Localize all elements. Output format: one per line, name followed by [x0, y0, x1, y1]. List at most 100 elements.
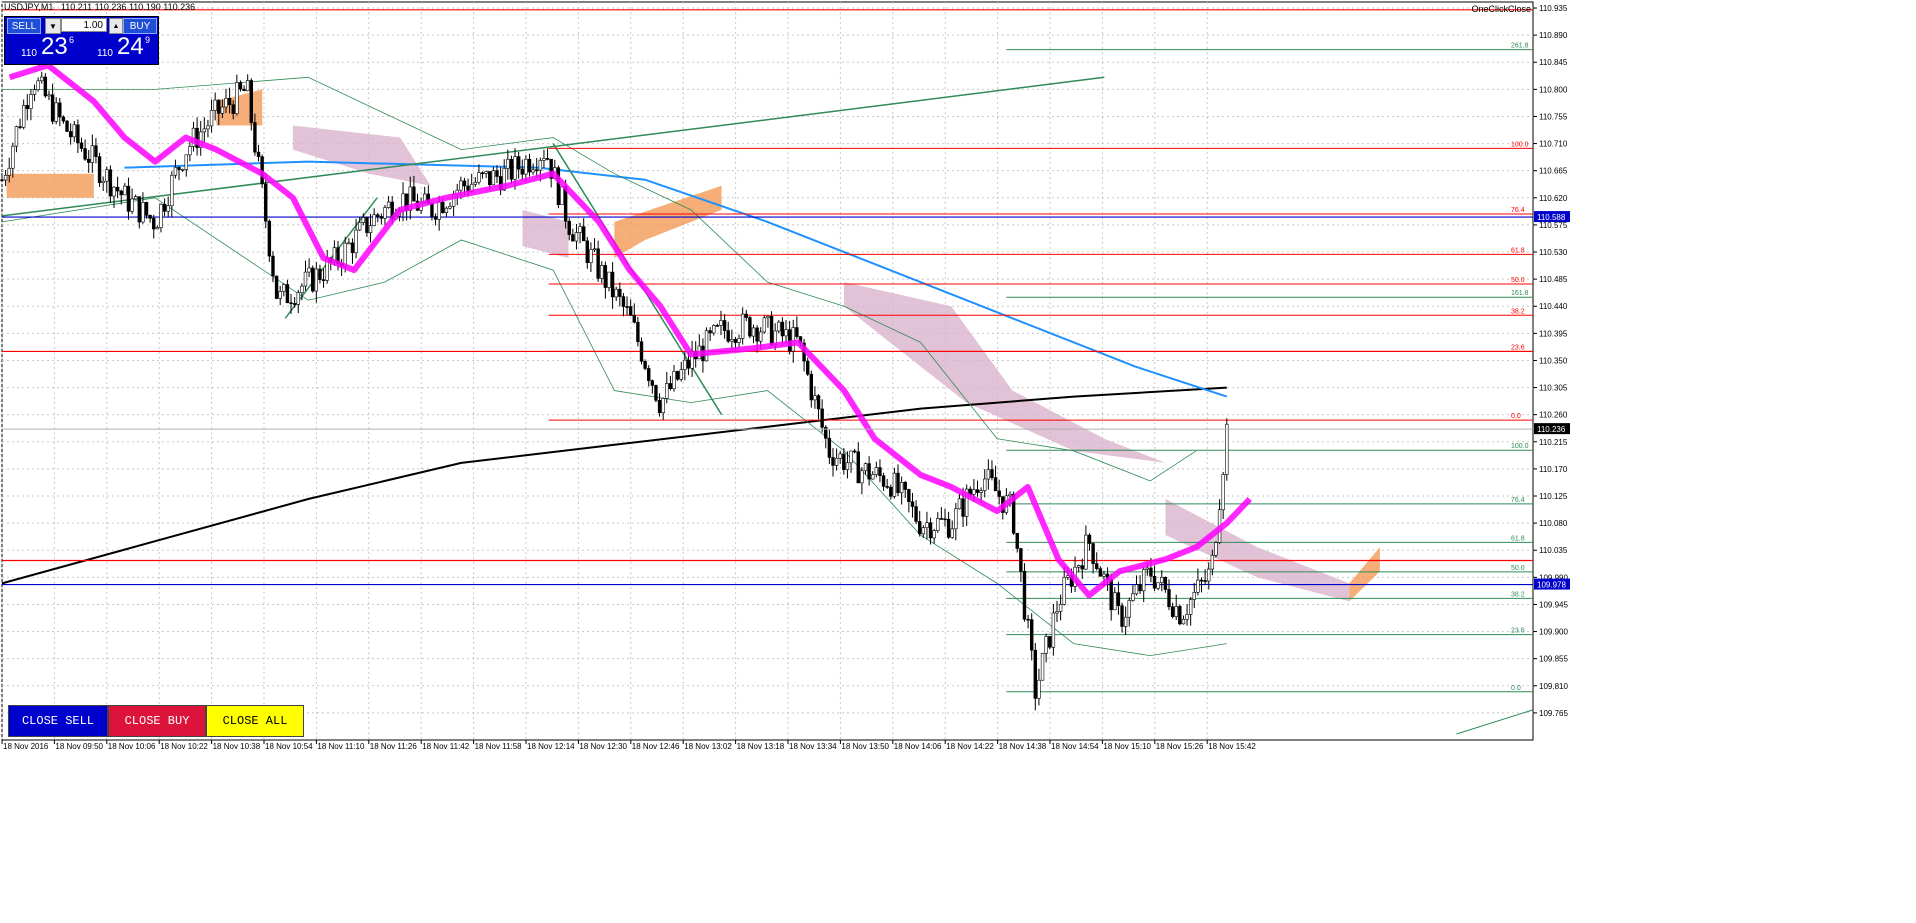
- candle-body: [32, 89, 37, 95]
- candle-body: [679, 369, 683, 380]
- candle-body: [177, 167, 181, 170]
- y-tick-label: 110.350: [1539, 356, 1568, 365]
- close-buy-button[interactable]: CLOSE BUY: [108, 705, 206, 737]
- x-tick-label: 18 Nov 14:06: [894, 742, 942, 751]
- candle-body: [578, 226, 582, 233]
- candle-body: [47, 94, 51, 97]
- y-tick-label: 110.665: [1539, 167, 1568, 176]
- candle-body: [737, 338, 741, 343]
- candle-body: [917, 521, 922, 535]
- buy-price[interactable]: 110 24 9: [83, 33, 157, 62]
- candle-body: [1120, 605, 1124, 627]
- candle-body: [950, 528, 954, 538]
- y-tick-label: 110.125: [1539, 492, 1568, 501]
- x-tick-label: 18 Nov 13:34: [789, 742, 837, 751]
- candle-body: [744, 313, 748, 318]
- candle-body: [585, 240, 590, 263]
- candle-body: [791, 327, 795, 352]
- candle-body: [1185, 614, 1189, 620]
- candle-body: [119, 190, 123, 196]
- candle-body: [509, 158, 514, 180]
- candle-body: [144, 202, 149, 216]
- candle-body: [961, 498, 965, 517]
- candle-body: [1188, 599, 1193, 615]
- candle-body: [614, 288, 618, 298]
- x-tick-label: 18 Nov 14:38: [999, 742, 1047, 751]
- candle-body: [860, 470, 864, 484]
- y-tick-label: 110.530: [1539, 248, 1568, 257]
- lot-increase-icon[interactable]: ▲: [109, 18, 123, 34]
- candle-body: [365, 217, 369, 233]
- candle-body: [206, 125, 210, 130]
- candle-body: [990, 469, 994, 478]
- sell-price[interactable]: 110 23 6: [7, 33, 81, 62]
- x-tick-label: 18 Nov 12:14: [527, 742, 575, 751]
- candle-body: [220, 106, 225, 114]
- candle-body: [245, 80, 250, 92]
- candle-body: [809, 373, 814, 401]
- candle-body: [1160, 576, 1164, 584]
- buy-button[interactable]: BUY: [123, 18, 157, 34]
- candle-body: [589, 249, 593, 263]
- candle-body: [311, 267, 315, 292]
- candle-body: [831, 457, 835, 466]
- candle-body: [730, 339, 734, 342]
- candle-body: [827, 437, 832, 458]
- candle-body: [621, 296, 626, 307]
- candle-body: [1113, 592, 1117, 611]
- candle-body: [1149, 567, 1153, 577]
- x-tick-label: 18 Nov 12:46: [632, 742, 680, 751]
- sell-price-main: 23: [41, 33, 68, 60]
- candle-body: [625, 306, 629, 308]
- candle-body: [1055, 611, 1059, 614]
- price-chart[interactable]: 110.935 110.890 110.845 110.800 110.755 110.7…: [0, 0, 1916, 923]
- candle-body: [1207, 568, 1211, 582]
- candle-body: [1210, 555, 1215, 570]
- candle-body: [274, 275, 279, 299]
- candle-body: [665, 383, 669, 399]
- candle-body: [1015, 532, 1019, 549]
- candle-body: [1098, 568, 1103, 577]
- sell-price-prefix: 110: [21, 48, 37, 59]
- close-sell-button[interactable]: CLOSE SELL: [8, 705, 108, 737]
- candle-body: [719, 320, 723, 326]
- candle-body: [108, 169, 113, 197]
- y-tick-label: 110.440: [1539, 302, 1568, 311]
- candle-body: [79, 142, 84, 149]
- candle-body: [972, 489, 976, 495]
- lot-dropdown-icon[interactable]: ▼: [45, 18, 61, 34]
- candle-body: [256, 151, 261, 157]
- candle-body: [921, 527, 926, 535]
- candle-body: [1134, 584, 1139, 595]
- one-click-trading-panel: SELL ▼ 1.00 ▲ BUY 110 23 6 110 24 9: [4, 16, 159, 65]
- y-tick-label: 110.260: [1539, 411, 1568, 420]
- candle-body: [943, 518, 947, 521]
- candle-body: [347, 242, 351, 245]
- candle-body: [1084, 534, 1088, 570]
- candle-body: [1127, 600, 1131, 618]
- candle-body: [722, 320, 727, 331]
- sell-button[interactable]: SELL: [7, 18, 41, 34]
- candle-body: [314, 268, 319, 292]
- y-tick-label: 110.800: [1539, 85, 1568, 94]
- lot-size-input[interactable]: 1.00: [61, 18, 107, 32]
- candle-body: [769, 315, 774, 346]
- candle-body: [267, 220, 272, 257]
- candle-body: [845, 462, 850, 470]
- candle-body: [639, 341, 644, 362]
- close-all-button[interactable]: CLOSE ALL: [206, 705, 304, 737]
- candle-body: [264, 183, 268, 222]
- fib-label-green: 261.8: [1511, 43, 1529, 50]
- candle-body: [300, 285, 304, 293]
- x-tick-label: 18 Nov 10:22: [160, 742, 208, 751]
- candle-body: [249, 80, 253, 123]
- x-tick-label: 18 Nov 15:42: [1208, 742, 1256, 751]
- candle-body: [603, 265, 608, 288]
- y-tick-label: 110.890: [1539, 31, 1568, 40]
- candle-body: [856, 451, 860, 484]
- y-tick-label: 109.945: [1539, 600, 1568, 609]
- candle-body: [733, 339, 738, 343]
- candle-body: [21, 105, 26, 128]
- candle-body: [123, 185, 127, 196]
- candle-body: [115, 186, 120, 192]
